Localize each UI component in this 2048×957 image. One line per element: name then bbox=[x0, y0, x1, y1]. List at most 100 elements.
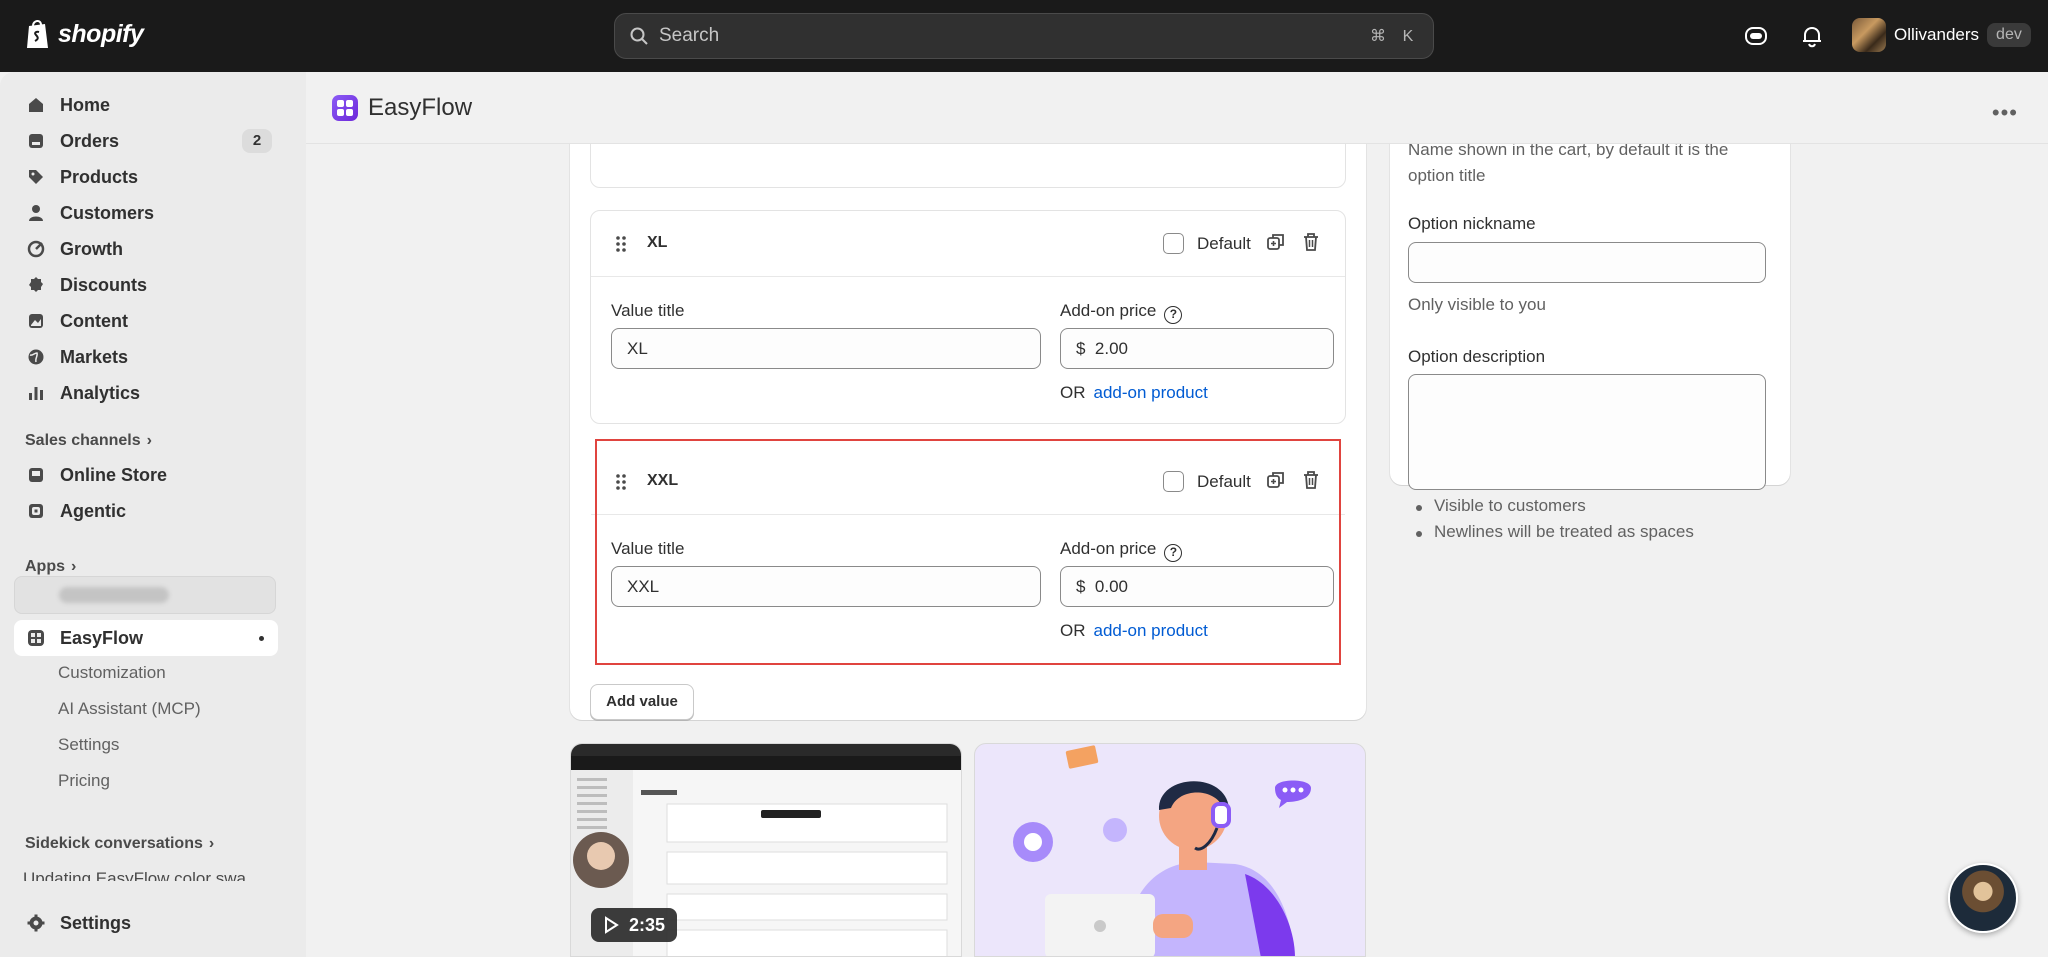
default-checkbox[interactable] bbox=[1163, 233, 1184, 254]
sidekick-conversation-item[interactable]: Updating EasyFlow color swa... bbox=[23, 869, 260, 881]
sidebar-item-orders[interactable]: Orders 2 bbox=[14, 124, 278, 158]
blurred-app-label bbox=[59, 587, 169, 603]
dev-badge: dev bbox=[1987, 23, 2031, 47]
search-bar[interactable]: Search ⌘ K bbox=[614, 13, 1434, 59]
content-icon bbox=[29, 314, 43, 328]
selection-highlight bbox=[595, 439, 1341, 665]
store-avatar bbox=[1852, 18, 1886, 52]
sidebar-item-discounts[interactable]: Discounts bbox=[14, 268, 278, 302]
shopify-logo[interactable]: shopify bbox=[24, 18, 144, 50]
support-illustration-card[interactable] bbox=[974, 743, 1366, 957]
discount-icon bbox=[29, 277, 43, 292]
currency-symbol: $ bbox=[1076, 339, 1086, 358]
home-icon bbox=[29, 98, 43, 112]
option-description-textarea[interactable] bbox=[1408, 374, 1766, 490]
sidebar-subitem-customization[interactable]: Customization bbox=[58, 663, 166, 683]
cart-name-help-text: Name shown in the cart, by default it is… bbox=[1408, 140, 1729, 185]
shopify-wordmark: shopify bbox=[58, 19, 144, 48]
or-text: OR bbox=[1060, 383, 1086, 402]
sidekick-icon[interactable] bbox=[1742, 22, 1770, 50]
sidebar-item-label: Products bbox=[60, 166, 139, 187]
tutorial-video-thumbnail[interactable]: 2:35 bbox=[570, 743, 962, 957]
sidebar-item-blurred-app[interactable] bbox=[14, 576, 276, 614]
sidebar-item-products[interactable]: Products bbox=[14, 160, 278, 194]
more-options-icon[interactable]: ••• bbox=[1992, 100, 2018, 126]
growth-icon bbox=[27, 240, 45, 258]
help-icon[interactable]: ? bbox=[1164, 306, 1183, 324]
bell-icon[interactable] bbox=[1798, 22, 1826, 50]
option-settings-card: Name shown in the cart, by default it is… bbox=[1390, 80, 1790, 541]
chevron-right-icon: › bbox=[146, 432, 152, 449]
shortcut-cmd-key: ⌘ bbox=[1370, 28, 1386, 45]
sidebar-item-label: Agentic bbox=[60, 500, 127, 521]
duplicate-icon[interactable] bbox=[1265, 231, 1287, 253]
store-menu[interactable]: Ollivanders dev bbox=[1852, 18, 2031, 52]
sidebar-item-customers[interactable]: Customers bbox=[14, 196, 278, 230]
shopify-bag-icon bbox=[27, 20, 48, 48]
sidekick-conversation-label: Updating EasyFlow color swa... bbox=[23, 869, 261, 881]
sidebar-item-content[interactable]: Content bbox=[14, 304, 278, 338]
support-agent-illustration bbox=[1013, 745, 1311, 956]
value-title-label: Value title bbox=[611, 301, 685, 320]
sidebar-subitem-pricing[interactable]: Pricing bbox=[58, 771, 110, 791]
addon-product-link[interactable]: add-on product bbox=[1094, 383, 1208, 402]
video-duration: 2:35 bbox=[629, 914, 666, 935]
sidebar-item-label: Orders bbox=[60, 130, 120, 151]
trash-icon[interactable] bbox=[1300, 231, 1322, 253]
value-name: XL bbox=[647, 234, 668, 251]
sidebar-item-markets[interactable]: Markets bbox=[14, 340, 278, 374]
price-value: 2.00 bbox=[1094, 339, 1129, 358]
search-icon bbox=[630, 27, 648, 45]
sidebar-item-label: EasyFlow bbox=[60, 627, 144, 648]
person-icon bbox=[29, 205, 43, 221]
sidebar-item-easyflow-label[interactable]: EasyFlow bbox=[14, 621, 278, 655]
drag-handle-icon[interactable] bbox=[615, 235, 627, 253]
sidebar-item-label: Analytics bbox=[60, 382, 141, 403]
sidekick-avatar-button[interactable] bbox=[1948, 863, 2018, 933]
hint-item: Newlines will be treated as spaces bbox=[1408, 522, 1694, 548]
easyflow-app-icon bbox=[28, 630, 44, 646]
addon-price-label: Add-on price? bbox=[1060, 301, 1183, 324]
orders-icon bbox=[29, 134, 43, 148]
agentic-icon bbox=[29, 504, 43, 518]
default-label: Default bbox=[1197, 234, 1251, 253]
tag-icon bbox=[29, 170, 43, 184]
sidebar-subitem-ai-assistant[interactable]: AI Assistant (MCP) bbox=[58, 699, 201, 719]
chart-icon bbox=[29, 387, 43, 400]
sidebar-item-settings[interactable]: Settings bbox=[14, 906, 278, 940]
value-card-header: XL Default bbox=[591, 211, 1345, 277]
chevron-right-icon: › bbox=[208, 835, 215, 852]
sales-channels-label: Sales channels bbox=[25, 432, 141, 449]
addon-product-row: OR add-on product bbox=[1060, 383, 1208, 403]
sidebar-item-label: Markets bbox=[60, 346, 129, 367]
main-content: EasyFlow ••• XL Default Value title XL A… bbox=[306, 72, 2048, 957]
sidebar-item-agentic[interactable]: Agentic bbox=[14, 494, 278, 528]
option-nickname-input[interactable] bbox=[1408, 242, 1766, 283]
sidebar-subitem-settings[interactable]: Settings bbox=[58, 735, 119, 755]
sidebar: Home Orders 2 Products Customers Growth … bbox=[0, 72, 306, 957]
chevron-right-icon: › bbox=[71, 558, 77, 575]
option-values-card: XL Default Value title XL Add-on price? … bbox=[570, 92, 1366, 720]
value-title-input[interactable]: XL bbox=[611, 328, 1041, 369]
sidebar-item-analytics[interactable]: Analytics bbox=[14, 376, 278, 410]
apps-label: Apps bbox=[25, 558, 65, 575]
app-header: EasyFlow ••• bbox=[306, 72, 2048, 144]
sidebar-item-label: Growth bbox=[60, 238, 123, 259]
addon-price-input[interactable]: $ 2.00 bbox=[1060, 328, 1334, 369]
sidekick-label: Sidekick conversations bbox=[25, 835, 203, 852]
add-value-button[interactable]: Add value bbox=[590, 684, 694, 720]
easyflow-logo-icon bbox=[332, 95, 358, 121]
sidebar-item-growth[interactable]: Growth bbox=[14, 232, 278, 266]
sidebar-item-home[interactable]: Home bbox=[14, 88, 278, 122]
hint-item: Visible to customers bbox=[1408, 496, 1694, 522]
sidebar-item-label: Home bbox=[60, 94, 111, 115]
globe-icon bbox=[28, 349, 44, 365]
gear-icon bbox=[27, 914, 45, 932]
apps-header[interactable]: Apps › bbox=[25, 558, 76, 576]
sidebar-item-online-store[interactable]: Online Store bbox=[14, 458, 278, 492]
store-name: Ollivanders bbox=[1894, 25, 1980, 44]
sidekick-conversations-header[interactable]: Sidekick conversations › bbox=[25, 835, 214, 853]
app-title: EasyFlow bbox=[332, 94, 472, 122]
sales-channels-header[interactable]: Sales channels › bbox=[25, 432, 152, 450]
shortcut-k-key: K bbox=[1402, 28, 1414, 45]
